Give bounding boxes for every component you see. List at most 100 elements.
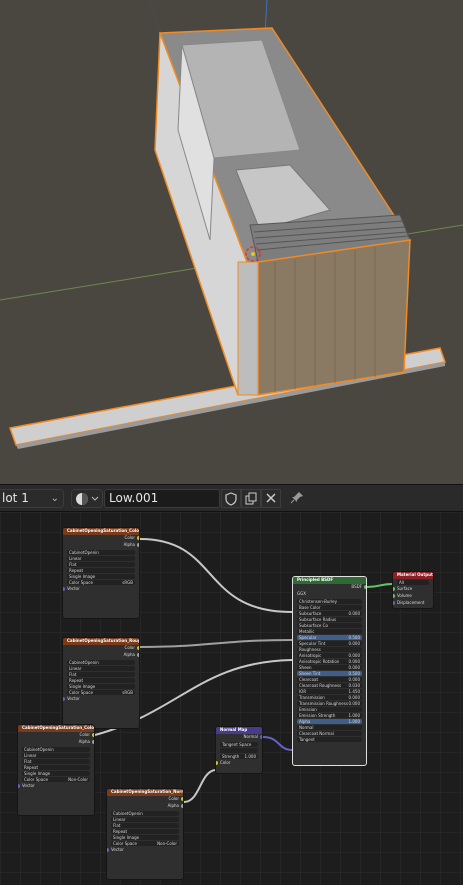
node-title: CabinetOpeningSaturation_Colo [18, 725, 94, 732]
bsdf-input-tangent[interactable]: Tangent [297, 737, 362, 742]
bsdf-input-metallic[interactable]: Metallic [297, 629, 362, 634]
bsdf-input-clearcoat-roughness[interactable]: Clearcoat Roughness 0.030 [297, 683, 362, 688]
bsdf-input-alpha[interactable]: Alpha 1.000 [297, 719, 362, 724]
pin-icon [290, 492, 303, 504]
input-vector[interactable]: Vector [63, 586, 139, 593]
material-sphere-icon [76, 493, 99, 505]
viewport-scene [0, 0, 463, 449]
subsurface-method-dropdown[interactable]: Christensen-Burley [297, 599, 362, 604]
bsdf-input-anisotropic-rotation[interactable]: Anisotropic Rotation 0.000 [297, 659, 362, 664]
bsdf-input-subsurface-co[interactable]: Subsurface Co [297, 623, 362, 628]
link-normal [262, 736, 293, 751]
input-vector[interactable]: Vector [18, 783, 94, 790]
bsdf-input-specular[interactable]: Specular 0.500 [297, 635, 362, 640]
output-bsdf[interactable]: BSDF [293, 584, 366, 591]
interpolation-dropdown[interactable]: Linear [22, 753, 90, 758]
3d-viewport[interactable] [0, 0, 463, 484]
node-title: CabinetOpeningSaturation_Roug [63, 638, 139, 645]
extension-dropdown[interactable]: Repeat [67, 678, 135, 683]
image-texture-node-4[interactable]: CabinetOpeningSaturation_Norm Color Alph… [106, 788, 184, 880]
bsdf-input-base-color[interactable]: Base Color [297, 605, 362, 610]
bsdf-input-anisotropic[interactable]: Anisotropic 0.000 [297, 653, 362, 658]
bsdf-input-emission-strength[interactable]: Emission Strength 1.000 [297, 713, 362, 718]
image-field[interactable]: CabinetOpenin [22, 747, 90, 752]
extension-dropdown[interactable]: Repeat [22, 765, 90, 770]
source-dropdown[interactable]: Single Image [22, 771, 90, 776]
output-color[interactable]: Color [63, 645, 139, 652]
input-vector[interactable]: Vector [107, 847, 183, 854]
interpolation-dropdown[interactable]: Linear [67, 666, 135, 671]
projection-dropdown[interactable]: Flat [67, 672, 135, 677]
color-space-dropdown[interactable]: Color Space Non-Color [111, 841, 179, 846]
color-space-dropdown[interactable]: Color Space sRGB [67, 690, 135, 695]
interpolation-dropdown[interactable]: Linear [67, 556, 135, 561]
output-normal[interactable]: Normal [216, 734, 262, 741]
interpolation-dropdown[interactable]: Linear [111, 817, 179, 822]
target-dropdown[interactable]: All [397, 580, 429, 585]
extension-dropdown[interactable]: Repeat [111, 829, 179, 834]
pin-button[interactable] [288, 489, 308, 508]
color-space-dropdown[interactable]: Color Space Non-Color [22, 777, 90, 782]
material-browse-button[interactable] [71, 489, 103, 508]
normal-map-node[interactable]: Normal Map Normal Tangent Space Strength… [215, 726, 263, 774]
bsdf-input-subsurface[interactable]: Subsurface 0.000 [297, 611, 362, 616]
material-output-node[interactable]: Material Output All Surface Volume Displ… [392, 571, 434, 609]
image-texture-node-1[interactable]: CabinetOpeningSaturation_Colo Color Alph… [62, 527, 140, 619]
uv-map-field[interactable] [220, 748, 258, 753]
output-alpha[interactable]: Alpha [107, 803, 183, 810]
output-alpha[interactable]: Alpha [63, 652, 139, 659]
image-texture-node-3[interactable]: CabinetOpeningSaturation_Colo Color Alph… [17, 724, 95, 816]
source-dropdown[interactable]: Single Image [111, 835, 179, 840]
unlink-material-button[interactable] [261, 489, 281, 508]
space-dropdown[interactable]: Tangent Space [220, 742, 258, 747]
bsdf-input-clearcoat[interactable]: Clearcoat 0.000 [297, 677, 362, 682]
projection-dropdown[interactable]: Flat [67, 562, 135, 567]
bsdf-input-ior[interactable]: IOR 1.450 [297, 689, 362, 694]
shader-node-editor[interactable]: CabinetOpeningSaturation_Colo Color Alph… [0, 512, 463, 885]
input-volume[interactable]: Volume [393, 593, 433, 600]
extension-dropdown[interactable]: Repeat [67, 568, 135, 573]
output-alpha[interactable]: Alpha [18, 739, 94, 746]
image-texture-node-2[interactable]: CabinetOpeningSaturation_Roug Color Alph… [62, 637, 140, 729]
bsdf-input-normal[interactable]: Normal [297, 725, 362, 730]
input-vector[interactable]: Vector [63, 696, 139, 703]
cabinet-front [257, 239, 411, 396]
input-color[interactable]: Color [216, 760, 262, 767]
input-surface[interactable]: Surface [393, 586, 433, 593]
principled-bsdf-node[interactable]: Principled BSDF BSDF GGX Christensen-Bur… [292, 576, 367, 766]
link-bsdf-surface [366, 583, 393, 588]
bsdf-input-transmission[interactable]: Transmission 0.000 [297, 695, 362, 700]
source-dropdown[interactable]: Single Image [67, 684, 135, 689]
input-displacement[interactable]: Displacement [393, 600, 433, 607]
node-editor-header: lot 1 ⌄ Low.001 [0, 484, 463, 512]
image-field[interactable]: CabinetOpenin [67, 550, 135, 555]
source-dropdown[interactable]: Single Image [67, 574, 135, 579]
bsdf-input-clearcoat-normal[interactable]: Clearcoat Normal [297, 731, 362, 736]
strength-field[interactable]: Strength 1.000 [220, 754, 258, 759]
new-material-button[interactable] [241, 489, 261, 508]
bsdf-input-specular-tint[interactable]: Specular Tint 0.000 [297, 641, 362, 646]
output-color[interactable]: Color [18, 732, 94, 739]
output-color[interactable]: Color [107, 796, 183, 803]
bsdf-input-roughness[interactable]: Roughness [297, 647, 362, 652]
distribution-label: GGX [297, 591, 306, 596]
bsdf-input-sheen[interactable]: Sheen 0.000 [297, 665, 362, 670]
fake-user-button[interactable] [221, 489, 241, 508]
projection-dropdown[interactable]: Flat [22, 759, 90, 764]
bsdf-input-subsurface-radius[interactable]: Subsurface Radius [297, 617, 362, 622]
output-color[interactable]: Color [63, 535, 139, 542]
output-alpha[interactable]: Alpha [63, 542, 139, 549]
material-name-field[interactable]: Low.001 [104, 489, 220, 508]
bsdf-input-sheen-tint[interactable]: Sheen Tint 0.500 [297, 671, 362, 676]
chevron-down-icon: ⌄ [50, 493, 59, 504]
projection-dropdown[interactable]: Flat [111, 823, 179, 828]
bsdf-input-emission[interactable]: Emission [297, 707, 362, 712]
image-field[interactable]: CabinetOpenin [67, 660, 135, 665]
image-field[interactable]: CabinetOpenin [111, 811, 179, 816]
color-space-dropdown[interactable]: Color Space sRGB [67, 580, 135, 585]
bsdf-input-transmission-roughness[interactable]: Transmission Roughness 0.000 [297, 701, 362, 706]
slot-label: lot 1 [2, 491, 29, 505]
link-roughness [139, 639, 293, 648]
close-icon [266, 493, 276, 503]
material-slot-dropdown[interactable]: lot 1 ⌄ [0, 489, 64, 508]
